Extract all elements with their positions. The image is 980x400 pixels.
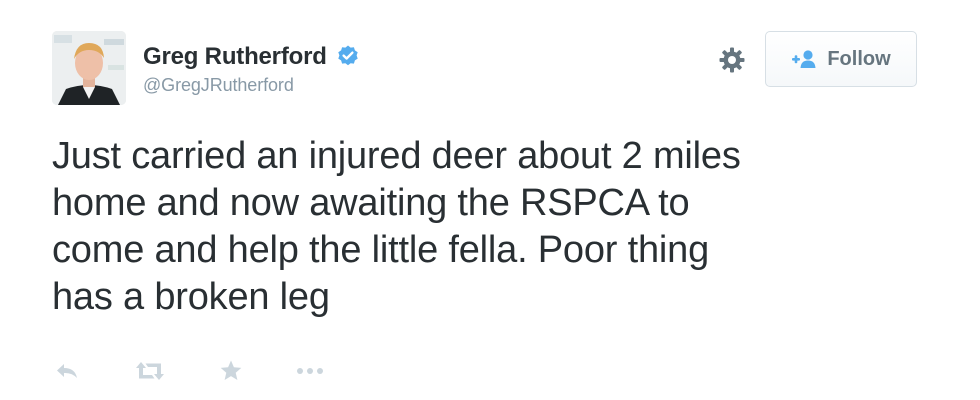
more-button[interactable]: [294, 358, 326, 384]
reply-icon: [57, 364, 77, 378]
retweet-button[interactable]: [133, 358, 167, 384]
settings-button[interactable]: [716, 44, 748, 76]
add-user-icon: [791, 49, 817, 69]
star-icon: [220, 360, 242, 380]
display-name[interactable]: Greg Rutherford: [143, 43, 327, 71]
tweet-text: Just carried an injured deer about 2 mil…: [52, 135, 741, 318]
user-handle[interactable]: @GregJRutherford: [143, 75, 360, 96]
verified-badge-icon: [336, 44, 360, 68]
avatar-photo: [52, 31, 126, 105]
gear-icon: [719, 47, 745, 73]
tweet-card: Greg Rutherford @GregJRutherford Follow …: [0, 0, 980, 400]
retweet-icon: [136, 362, 164, 380]
user-info: Greg Rutherford @GregJRutherford: [143, 43, 360, 96]
favorite-button[interactable]: [218, 358, 244, 384]
more-icon: [297, 368, 323, 374]
follow-button[interactable]: Follow: [765, 31, 917, 87]
follow-label: Follow: [827, 47, 891, 70]
avatar[interactable]: [52, 31, 126, 105]
reply-button[interactable]: [54, 358, 80, 384]
